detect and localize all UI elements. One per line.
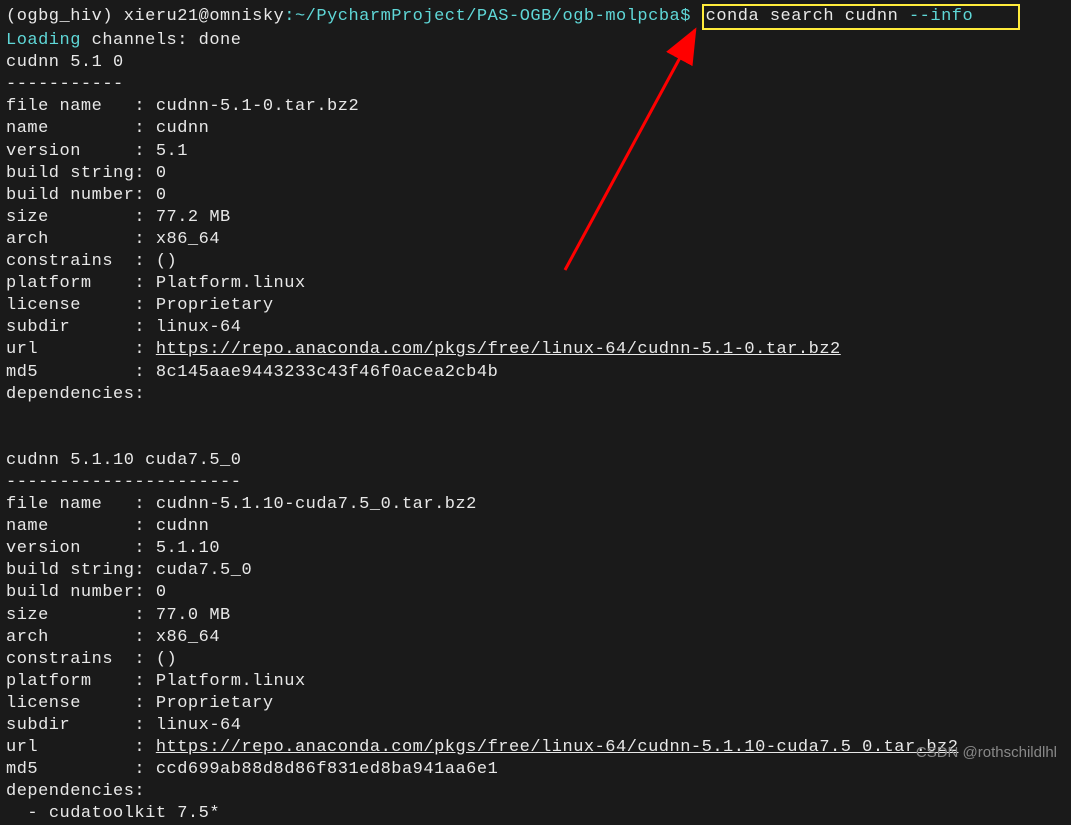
blank-line — [6, 406, 1065, 428]
url-row: url : https://repo.anaconda.com/pkgs/fre… — [6, 339, 1065, 361]
command-flag: --info — [909, 7, 973, 26]
package1-header: cudnn 5.1 0 — [6, 52, 1065, 74]
platform-row: platform : Platform.linux — [6, 273, 1065, 295]
command-text: conda search cudnn — [706, 7, 909, 26]
constrains-row: constrains : () — [6, 649, 1065, 671]
constrains-row: constrains : () — [6, 251, 1065, 273]
name-row: name : cudnn — [6, 516, 1065, 538]
env-name: (ogbg_hiv) — [6, 7, 113, 26]
md5-row: md5 : ccd699ab88d8d86f831ed8ba941aa6e1 — [6, 759, 1065, 781]
file-name-row: file name : cudnn-5.1-0.tar.bz2 — [6, 96, 1065, 118]
md5-row: md5 : 8c145aae9443233c43f46f0acea2cb4b — [6, 362, 1065, 384]
package2-dashes: ---------------------- — [6, 472, 1065, 494]
license-row: license : Proprietary — [6, 295, 1065, 317]
dependencies-row: dependencies: — [6, 384, 1065, 406]
subdir-row: subdir : linux-64 — [6, 715, 1065, 737]
prompt-line[interactable]: (ogbg_hiv) xieru21@omnisky:~/PycharmProj… — [6, 4, 1065, 30]
user-host: xieru21@omnisky — [124, 7, 285, 26]
version-row: version : 5.1.10 — [6, 538, 1065, 560]
package2-header: cudnn 5.1.10 cuda7.5_0 — [6, 450, 1065, 472]
arch-row: arch : x86_64 — [6, 627, 1065, 649]
loading-line: Loading channels: done — [6, 30, 1065, 52]
dependencies-row: dependencies: — [6, 781, 1065, 803]
dependency-item: - cudatoolkit 7.5* — [6, 803, 1065, 825]
license-row: license : Proprietary — [6, 693, 1065, 715]
terminal-output: (ogbg_hiv) xieru21@omnisky:~/PycharmProj… — [6, 4, 1065, 825]
blank-line — [6, 428, 1065, 450]
url-row: url : https://repo.anaconda.com/pkgs/fre… — [6, 737, 1065, 759]
package1-dashes: ----------- — [6, 74, 1065, 96]
platform-row: platform : Platform.linux — [6, 671, 1065, 693]
build-string-row: build string: 0 — [6, 163, 1065, 185]
path: :~/PycharmProject/PAS-OGB/ogb-molpcba$ — [284, 7, 691, 26]
file-name-row: file name : cudnn-5.1.10-cuda7.5_0.tar.b… — [6, 494, 1065, 516]
url-link[interactable]: https://repo.anaconda.com/pkgs/free/linu… — [156, 738, 959, 757]
size-row: size : 77.0 MB — [6, 605, 1065, 627]
url-link[interactable]: https://repo.anaconda.com/pkgs/free/linu… — [156, 340, 841, 359]
size-row: size : 77.2 MB — [6, 207, 1065, 229]
version-row: version : 5.1 — [6, 141, 1065, 163]
name-row: name : cudnn — [6, 118, 1065, 140]
build-number-row: build number: 0 — [6, 582, 1065, 604]
watermark: CSDN @rothschildlhl — [916, 743, 1057, 763]
subdir-row: subdir : linux-64 — [6, 317, 1065, 339]
command-highlight: conda search cudnn --info — [702, 4, 1020, 30]
arch-row: arch : x86_64 — [6, 229, 1065, 251]
build-number-row: build number: 0 — [6, 185, 1065, 207]
build-string-row: build string: cuda7.5_0 — [6, 560, 1065, 582]
